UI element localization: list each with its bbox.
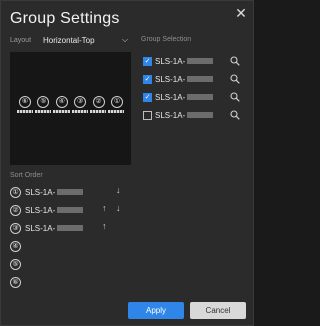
move-down-icon[interactable]: ↓ <box>116 203 121 213</box>
redacted-text <box>187 76 214 82</box>
redacted-text <box>187 112 214 118</box>
cancel-button[interactable]: Cancel <box>190 302 246 319</box>
sort-row: ① SLS-1A- ↓ <box>10 183 127 201</box>
group-name: SLS-1A- <box>155 110 186 120</box>
sort-row: ③ SLS-1A- ↑ <box>10 219 127 237</box>
redacted-text <box>187 94 214 100</box>
sort-badge: ④ <box>10 240 21 252</box>
dialog-title: Group Settings <box>10 10 120 27</box>
sort-badge: ② <box>10 204 21 216</box>
preview-bar <box>53 110 70 113</box>
sort-row: ⑥ <box>10 273 127 291</box>
group-row[interactable]: SLS-1A- <box>141 106 251 124</box>
group-name: SLS-1A- <box>155 92 186 102</box>
sort-row: ⑤ <box>10 255 127 273</box>
move-up-icon[interactable]: ↑ <box>102 221 107 231</box>
sort-row: ④ <box>10 237 127 255</box>
search-icon[interactable] <box>230 74 240 84</box>
group-selection-list: ✓ SLS-1A- ✓ SLS-1A- ✓ SLS-1A- SLS-1A- <box>141 52 251 124</box>
redacted-text <box>57 225 84 231</box>
preview-slot: ④ <box>55 96 68 108</box>
layout-value[interactable]: Horizontal-Top <box>43 36 120 45</box>
preview-bar <box>107 110 125 113</box>
preview-slot-numbers: ⑥ ⑤ ④ ③ ② ① <box>19 96 123 108</box>
preview-bars <box>17 110 125 113</box>
group-row[interactable]: ✓ SLS-1A- <box>141 88 251 106</box>
move-down-icon[interactable]: ↓ <box>116 185 121 195</box>
preview-bar <box>89 110 106 113</box>
sort-badge: ① <box>10 186 21 198</box>
group-row[interactable]: ✓ SLS-1A- <box>141 70 251 88</box>
group-checkbox[interactable] <box>143 110 152 120</box>
redacted-text <box>57 189 84 195</box>
preview-slot: ① <box>110 96 123 108</box>
preview-slot: ② <box>92 96 105 108</box>
search-icon[interactable] <box>230 110 240 120</box>
layout-preview: ⑥ ⑤ ④ ③ ② ① <box>10 52 131 165</box>
group-name: SLS-1A- <box>155 56 186 66</box>
layout-label: Layout <box>10 36 32 44</box>
close-icon[interactable]: ✕ <box>234 6 248 20</box>
group-selection-label: Group Selection <box>141 36 192 43</box>
preview-bar <box>17 110 34 113</box>
layout-selector[interactable]: Layout Horizontal-Top ⌵ <box>10 34 130 46</box>
chevron-down-icon[interactable]: ⌵ <box>120 35 130 45</box>
apply-button[interactable]: Apply <box>128 302 184 319</box>
preview-slot: ③ <box>74 96 87 108</box>
search-icon[interactable] <box>230 56 240 66</box>
search-icon[interactable] <box>230 92 240 102</box>
group-settings-dialog: Group Settings ✕ Layout Horizontal-Top ⌵… <box>0 0 254 326</box>
sort-order-label: Sort Order <box>10 172 43 179</box>
sort-badge: ⑥ <box>10 276 21 288</box>
preview-slot: ⑤ <box>37 96 50 108</box>
group-checkbox[interactable]: ✓ <box>143 74 152 84</box>
group-name: SLS-1A- <box>155 74 186 84</box>
preview-slot: ⑥ <box>19 96 31 108</box>
preview-bar <box>35 110 52 113</box>
group-checkbox[interactable]: ✓ <box>143 92 152 102</box>
group-checkbox[interactable]: ✓ <box>143 56 152 66</box>
preview-bar <box>71 110 88 113</box>
dialog-footer: Apply Cancel <box>1 299 253 325</box>
sort-name: SLS-1A- <box>25 187 56 197</box>
group-row[interactable]: ✓ SLS-1A- <box>141 52 251 70</box>
sort-row: ② SLS-1A- ↑ ↓ <box>10 201 127 219</box>
redacted-text <box>57 207 84 213</box>
sort-order-list: ① SLS-1A- ↓ ② SLS-1A- ↑ ↓ ③ SLS-1A- ↑ ④ … <box>10 183 127 291</box>
move-up-icon[interactable]: ↑ <box>102 203 107 213</box>
sort-badge: ⑤ <box>10 258 21 270</box>
sort-name: SLS-1A- <box>25 205 56 215</box>
sort-badge: ③ <box>10 222 21 234</box>
redacted-text <box>187 58 214 64</box>
sort-name: SLS-1A- <box>25 223 56 233</box>
